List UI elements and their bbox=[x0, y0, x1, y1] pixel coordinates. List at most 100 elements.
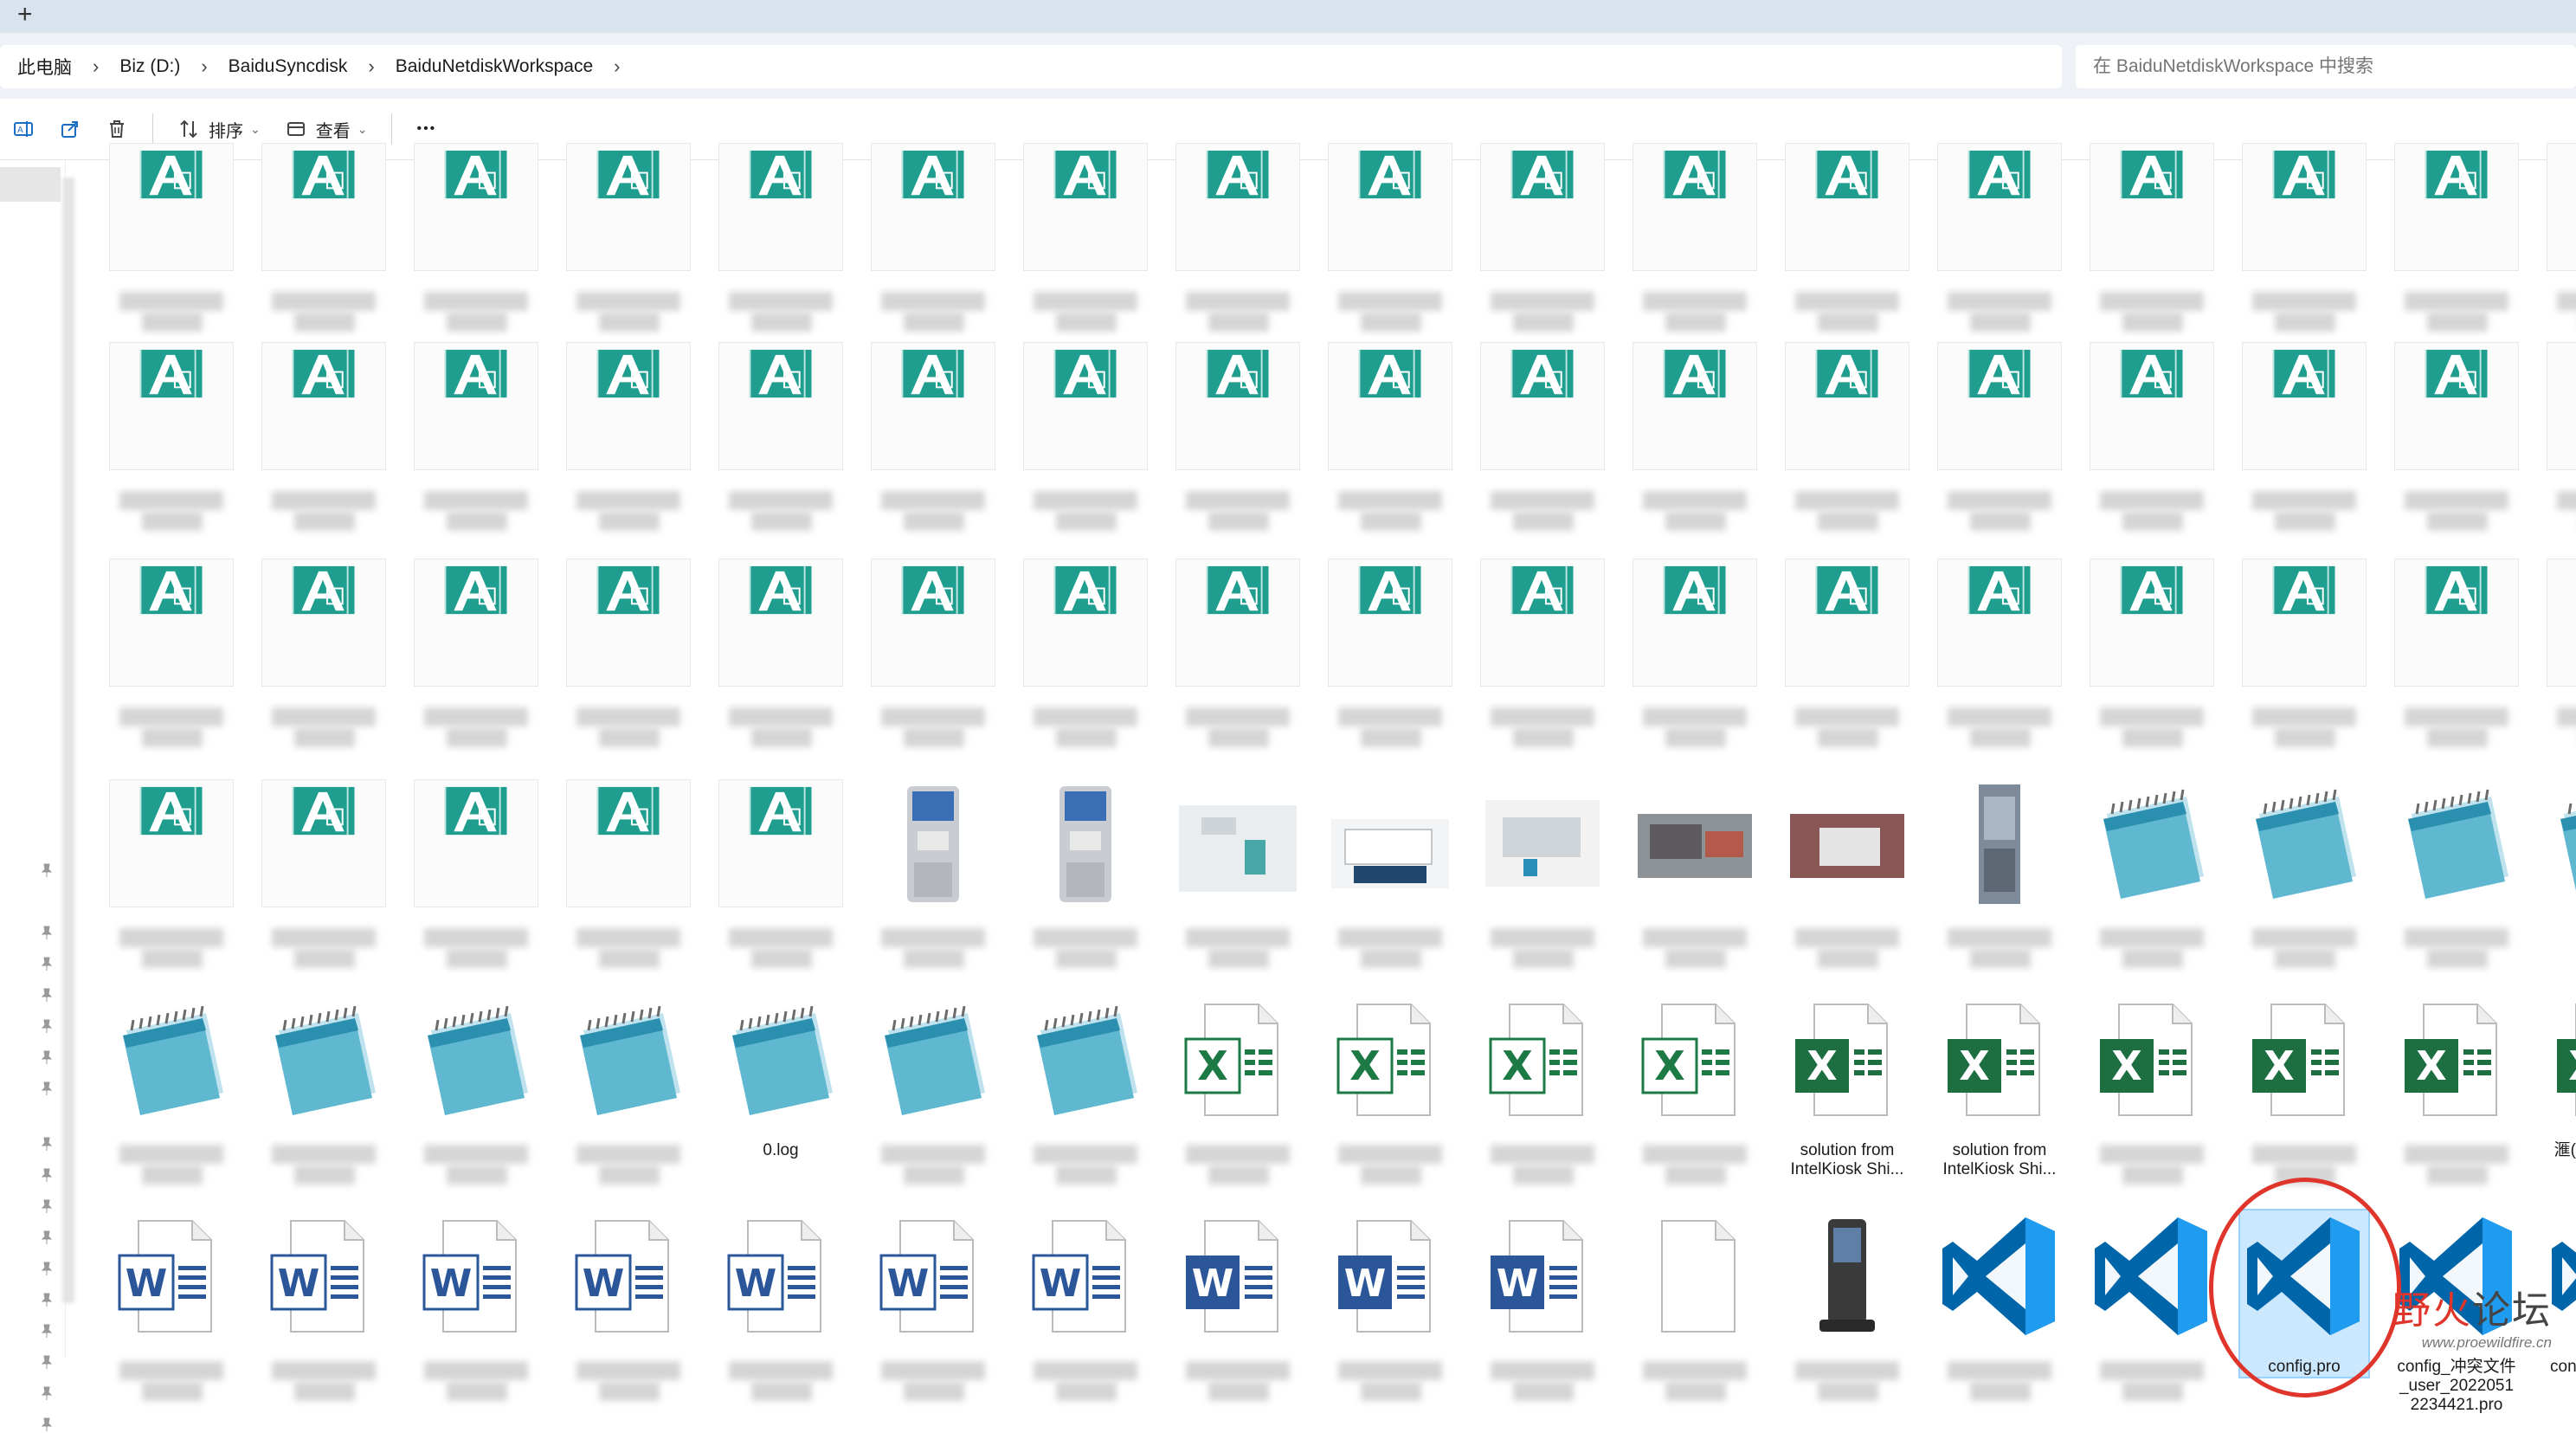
new-tab-button[interactable]: + bbox=[17, 0, 33, 29]
blank-icon bbox=[1633, 1212, 1757, 1340]
blurred-file-name bbox=[294, 1382, 355, 1401]
svg-text:A: A bbox=[17, 126, 23, 135]
notepad-icon bbox=[414, 996, 538, 1124]
blurred-file-name bbox=[447, 512, 507, 531]
search-input[interactable] bbox=[2076, 45, 2576, 88]
autocad-dwg-icon bbox=[1328, 143, 1452, 271]
blurred-file-name bbox=[1186, 1361, 1290, 1380]
blurred-file-name bbox=[1361, 313, 1421, 332]
address-bar[interactable]: 此电脑 › Biz (D:) › BaiduSyncdisk › BaiduNe… bbox=[0, 45, 2062, 88]
rename-button[interactable]: A bbox=[0, 109, 47, 149]
pin-icon bbox=[41, 863, 53, 877]
blurred-file-name bbox=[881, 292, 985, 311]
file-name: IntelKiosk Shi... bbox=[1942, 1160, 2057, 1178]
blurred-file-name bbox=[2427, 512, 2488, 531]
blurred-file-name bbox=[1034, 707, 1137, 726]
search-box[interactable] bbox=[2076, 45, 2576, 88]
photoB-icon bbox=[1785, 779, 1909, 907]
breadcrumb-this-pc[interactable]: 此电脑 bbox=[5, 54, 84, 80]
svg-text:X: X bbox=[2111, 1042, 2141, 1089]
blurred-file-name bbox=[272, 292, 376, 311]
excelOld-icon: X bbox=[1328, 996, 1452, 1124]
blurred-file-name bbox=[2275, 728, 2335, 747]
autocad-dwg-icon bbox=[566, 143, 691, 271]
autocad-dwg-icon bbox=[2394, 143, 2519, 271]
blurred-file-name bbox=[751, 949, 812, 968]
breadcrumb-baidusyncdisk[interactable]: BaiduSyncdisk bbox=[216, 56, 360, 77]
trash-icon bbox=[110, 120, 124, 138]
blurred-file-name bbox=[1818, 512, 1878, 531]
autocad-dwg-icon bbox=[1480, 342, 1605, 470]
blurred-file-name bbox=[1513, 512, 1574, 531]
blurred-file-name bbox=[2122, 313, 2183, 332]
svg-text:X: X bbox=[2416, 1042, 2446, 1089]
nav-selected-item[interactable] bbox=[0, 167, 61, 202]
blurred-file-name bbox=[294, 949, 355, 968]
chevron-right-icon[interactable]: › bbox=[192, 55, 216, 78]
address-row: 此电脑 › Biz (D:) › BaiduSyncdisk › BaiduNe… bbox=[0, 33, 2576, 100]
pin-icon bbox=[41, 1199, 53, 1213]
breadcrumb-drive-d[interactable]: Biz (D:) bbox=[107, 56, 192, 77]
navigation-pane bbox=[0, 160, 74, 1431]
watermark-char: 火 bbox=[2432, 1288, 2472, 1333]
notepad-icon bbox=[109, 996, 234, 1124]
pin-icon bbox=[41, 1293, 53, 1307]
blurred-file-name bbox=[1795, 1361, 1899, 1380]
pin-icon bbox=[41, 1050, 53, 1064]
share-button[interactable] bbox=[47, 109, 93, 149]
svg-text:W: W bbox=[1497, 1262, 1539, 1306]
blurred-file-name bbox=[1665, 728, 1726, 747]
svg-text:X: X bbox=[1959, 1042, 1989, 1089]
autocad-dwg-icon bbox=[414, 143, 538, 271]
blurred-file-name bbox=[119, 928, 223, 947]
tower-icon bbox=[1937, 779, 2062, 907]
blurred-file-name bbox=[751, 313, 812, 332]
vertical-scrollbar[interactable] bbox=[2559, 165, 2569, 1351]
blurred-file-name bbox=[1643, 928, 1747, 947]
blurred-file-name bbox=[1338, 1361, 1442, 1380]
blurred-file-name bbox=[1513, 728, 1574, 747]
word-icon: W bbox=[109, 1212, 234, 1340]
blurred-file-name bbox=[599, 1165, 660, 1184]
blurred-file-name bbox=[1970, 1382, 2031, 1401]
word-icon: W bbox=[1023, 1212, 1148, 1340]
svg-text:X: X bbox=[2264, 1042, 2294, 1089]
blurred-file-name bbox=[576, 1361, 680, 1380]
blurred-file-name bbox=[1034, 292, 1137, 311]
blurred-file-name bbox=[1643, 707, 1747, 726]
wordNew-icon: W bbox=[1328, 1212, 1452, 1340]
autocad-dwg-icon bbox=[2242, 342, 2367, 470]
vscode-icon bbox=[2090, 1212, 2214, 1340]
autocad-dwg-icon bbox=[1328, 342, 1452, 470]
autocad-dwg-icon bbox=[2090, 342, 2214, 470]
blurred-file-name bbox=[904, 313, 964, 332]
blurred-file-name bbox=[599, 1382, 660, 1401]
blurred-file-name bbox=[1361, 1165, 1421, 1184]
chevron-right-icon[interactable]: › bbox=[84, 55, 107, 78]
blurred-file-name bbox=[904, 728, 964, 747]
watermark-char: 野 bbox=[2392, 1288, 2432, 1333]
blurred-file-name bbox=[904, 1165, 964, 1184]
blurred-file-name bbox=[1338, 928, 1442, 947]
blurred-file-name bbox=[2405, 292, 2508, 311]
toolbar-divider bbox=[391, 113, 393, 145]
blurred-file-name bbox=[119, 1145, 223, 1164]
chevron-right-icon[interactable]: › bbox=[605, 55, 628, 78]
autocad-dwg-icon bbox=[261, 342, 386, 470]
svg-text:X: X bbox=[1197, 1042, 1227, 1089]
blurred-file-name bbox=[2122, 728, 2183, 747]
blurred-file-name bbox=[1361, 949, 1421, 968]
autocad-dwg-icon bbox=[414, 342, 538, 470]
excel-icon: X bbox=[2394, 996, 2519, 1124]
wordNew-icon: W bbox=[1480, 1212, 1605, 1340]
blurred-file-name bbox=[1491, 1145, 1594, 1164]
autocad-dwg-icon bbox=[871, 558, 995, 687]
breadcrumb-workspace[interactable]: BaiduNetdiskWorkspace bbox=[383, 56, 605, 77]
svg-text:W: W bbox=[1040, 1262, 1082, 1306]
word-icon: W bbox=[718, 1212, 843, 1340]
blurred-file-name bbox=[1056, 512, 1117, 531]
blurred-file-name bbox=[1948, 928, 2051, 947]
blurred-file-name bbox=[294, 313, 355, 332]
autocad-dwg-icon bbox=[414, 779, 538, 907]
chevron-right-icon[interactable]: › bbox=[359, 55, 383, 78]
